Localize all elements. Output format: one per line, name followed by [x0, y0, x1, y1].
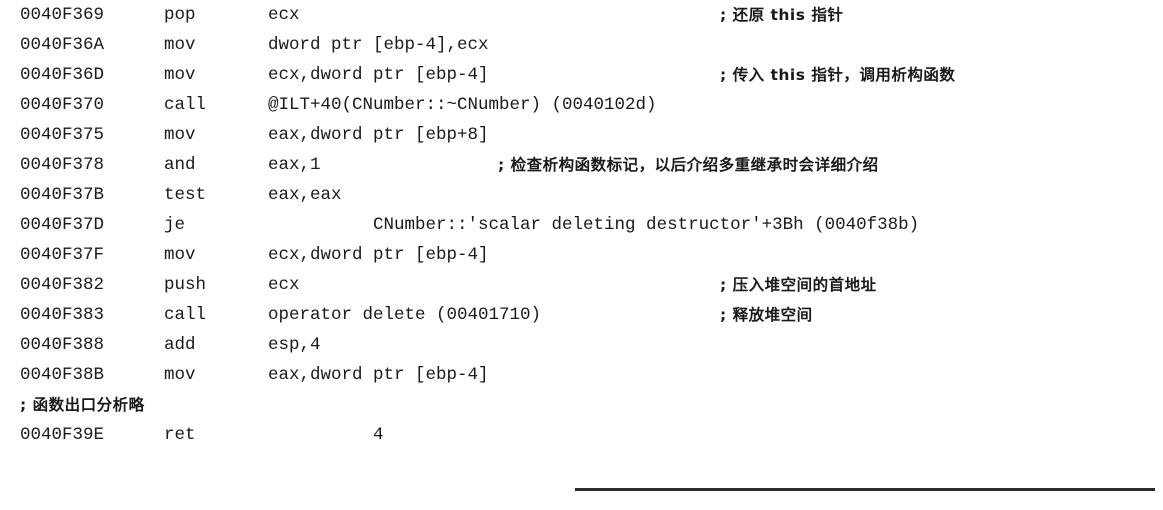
mnemonic: ret: [164, 425, 196, 445]
mnemonic: test: [164, 185, 207, 205]
mnemonic: mov: [164, 365, 196, 385]
address: 0040F388: [20, 335, 105, 355]
address: 0040F369: [20, 5, 105, 25]
address: 0040F38B: [20, 365, 105, 385]
operands: ecx: [268, 275, 300, 295]
comment: ; 释放堆空间: [720, 306, 813, 324]
operands: @ILT+40(CNumber::~CNumber) (0040102d): [268, 95, 657, 115]
code-line: 0040F38B mov eax,dword ptr [ebp-4]: [0, 360, 1163, 390]
section-comment: ; 函数出口分析略: [20, 396, 145, 414]
operands: eax,1: [268, 155, 321, 175]
address: 0040F383: [20, 305, 105, 325]
address: 0040F382: [20, 275, 105, 295]
comment-line: ; 函数出口分析略: [0, 390, 1163, 420]
address: 0040F39E: [20, 425, 105, 445]
mnemonic: pop: [164, 5, 196, 25]
mnemonic: mov: [164, 125, 196, 145]
operands: 4: [268, 425, 384, 445]
code-line: 0040F36A mov dword ptr [ebp-4],ecx: [0, 30, 1163, 60]
code-line: 0040F382 push ecx ; 压入堆空间的首地址: [0, 270, 1163, 300]
address: 0040F37D: [20, 215, 105, 235]
operands: eax,eax: [268, 185, 342, 205]
mnemonic: call: [164, 95, 207, 115]
address: 0040F378: [20, 155, 105, 175]
address: 0040F37F: [20, 245, 105, 265]
code-line: 0040F39E ret 4: [0, 420, 1163, 450]
code-line: 0040F36D mov ecx,dword ptr [ebp-4] ; 传入 …: [0, 60, 1163, 90]
operands: esp,4: [268, 335, 321, 355]
code-line: 0040F369 pop ecx ; 还原 this 指针: [0, 0, 1163, 30]
operands: eax,dword ptr [ebp-4]: [268, 365, 489, 385]
mnemonic: mov: [164, 65, 196, 85]
operands: ecx: [268, 5, 300, 25]
address: 0040F375: [20, 125, 105, 145]
address: 0040F36D: [20, 65, 105, 85]
page-divider: [575, 488, 1155, 491]
mnemonic: je: [164, 215, 186, 235]
code-line: 0040F370 call @ILT+40(CNumber::~CNumber)…: [0, 90, 1163, 120]
mnemonic: push: [164, 275, 207, 295]
address: 0040F37B: [20, 185, 105, 205]
operands: ecx,dword ptr [ebp-4]: [268, 245, 489, 265]
address: 0040F370: [20, 95, 105, 115]
mnemonic: call: [164, 305, 207, 325]
code-line: 0040F388 add esp,4: [0, 330, 1163, 360]
code-line: 0040F37D je CNumber::'scalar deleting de…: [0, 210, 1163, 240]
operands: operator delete (00401710): [268, 305, 542, 325]
assembly-listing: 0040F369 pop ecx ; 还原 this 指针 0040F36A m…: [0, 0, 1163, 494]
code-line: 0040F37F mov ecx,dword ptr [ebp-4]: [0, 240, 1163, 270]
operands: ecx,dword ptr [ebp-4]: [268, 65, 489, 85]
comment: ; 检查析构函数标记，以后介绍多重继承时会详细介绍: [498, 156, 879, 174]
comment: ; 压入堆空间的首地址: [720, 276, 877, 294]
operands: CNumber::'scalar deleting destructor'+3B…: [268, 215, 920, 235]
code-line: 0040F378 and eax,1 ; 检查析构函数标记，以后介绍多重继承时会…: [0, 150, 1163, 180]
mnemonic: mov: [164, 245, 196, 265]
mnemonic: and: [164, 155, 196, 175]
code-line: 0040F383 call operator delete (00401710)…: [0, 300, 1163, 330]
operands: dword ptr [ebp-4],ecx: [268, 35, 489, 55]
operands: eax,dword ptr [ebp+8]: [268, 125, 489, 145]
comment: ; 传入 this 指针，调用析构函数: [720, 66, 956, 84]
code-line: 0040F37B test eax,eax: [0, 180, 1163, 210]
mnemonic: add: [164, 335, 196, 355]
mnemonic: mov: [164, 35, 196, 55]
comment: ; 还原 this 指针: [720, 6, 844, 24]
code-line: 0040F375 mov eax,dword ptr [ebp+8]: [0, 120, 1163, 150]
address: 0040F36A: [20, 35, 105, 55]
